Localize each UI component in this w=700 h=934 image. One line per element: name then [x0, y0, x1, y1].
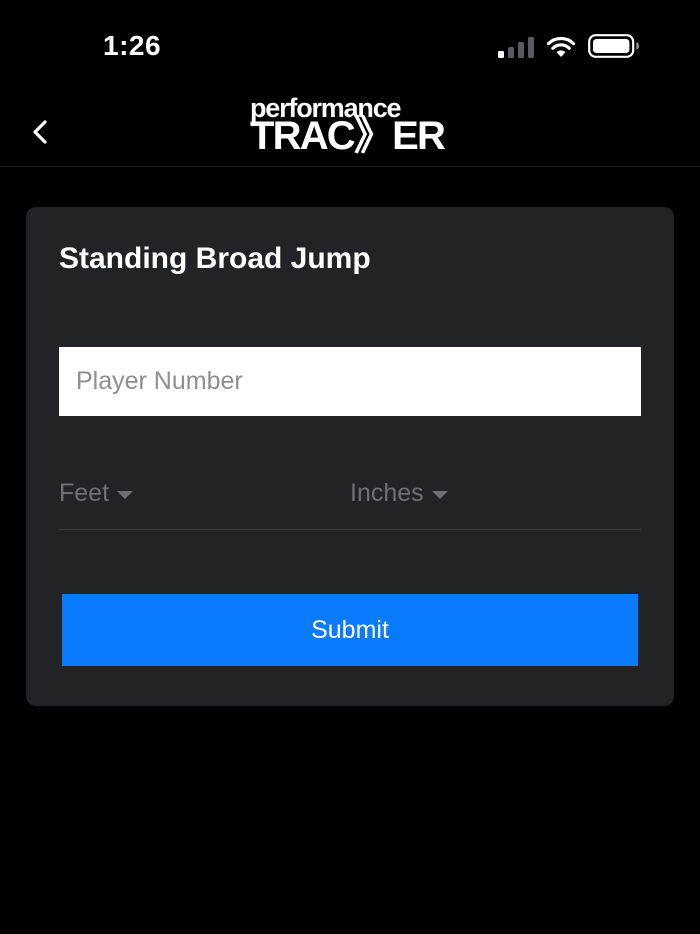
status-bar: 1:26: [0, 0, 700, 90]
form-title: Standing Broad Jump: [59, 242, 371, 275]
chevron-left-icon: [33, 120, 47, 144]
app-logo: performance TRAC》ER: [250, 94, 450, 158]
back-button[interactable]: [22, 110, 58, 154]
player-number-input[interactable]: [59, 347, 641, 416]
battery-icon: [588, 34, 640, 58]
wifi-icon: [546, 36, 576, 58]
logo-bottom-text: TRAC》ER: [250, 114, 446, 158]
submit-button[interactable]: Submit: [62, 594, 638, 666]
caret-down-icon: [431, 490, 448, 499]
cellular-signal-icon: [498, 36, 534, 58]
inches-select[interactable]: Inches: [350, 479, 448, 508]
measurement-select-row: Feet Inches: [59, 465, 641, 530]
inches-select-label: Inches: [350, 479, 424, 507]
status-time: 1:26: [103, 30, 162, 61]
jump-form-card: Standing Broad Jump Feet Inches Submit: [26, 207, 674, 706]
status-icons: [498, 34, 640, 58]
nav-bar: performance TRAC》ER: [0, 90, 700, 167]
caret-down-icon: [117, 490, 134, 499]
feet-select[interactable]: Feet: [59, 479, 134, 508]
feet-select-label: Feet: [59, 479, 110, 507]
